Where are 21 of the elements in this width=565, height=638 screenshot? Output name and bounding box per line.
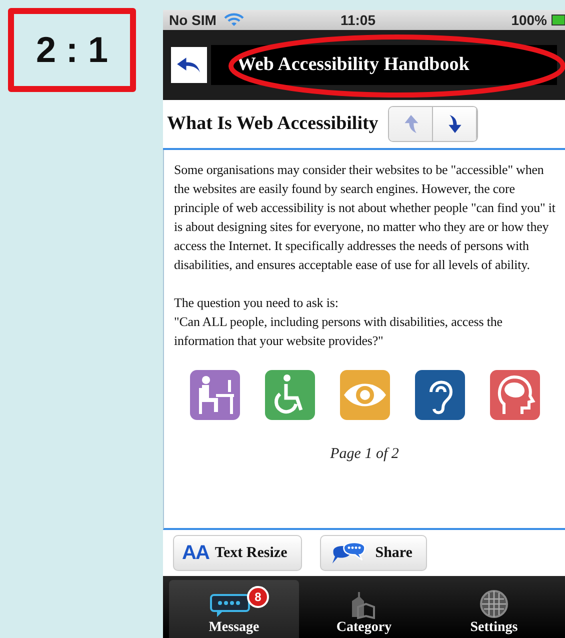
body-paragraph: Some organisations may consider their websites to be "accessible" when the websites are easily found by search engines. However, the core principle of web accessibility is not about whether people "can find you" it is about designing sites for everyone, no matter who they are or how they access the Internet. It specifically addresses the needs of persons with disabilities, and ensures acceptable ease of use for all levels of ability. — [174, 161, 556, 274]
ratio-label: 2 : 1 — [8, 8, 136, 92]
clock-time: 11:05 — [340, 12, 376, 28]
category-tab[interactable]: Category — [299, 580, 429, 638]
page-title: What Is Web Accessibility — [167, 113, 378, 135]
carrier-label: No SIM — [169, 12, 216, 28]
app-title: Web Accessibility Handbook — [211, 45, 557, 85]
share-button[interactable]: Share — [320, 535, 428, 571]
globe-icon — [479, 589, 509, 619]
text-resize-button[interactable]: AA Text Resize — [173, 535, 302, 571]
battery-percent: 100% — [511, 12, 547, 28]
wifi-icon — [224, 13, 244, 27]
next-button[interactable] — [433, 107, 478, 141]
message-tab[interactable]: 8 Message — [169, 580, 299, 638]
settings-tab[interactable]: Settings — [429, 580, 559, 638]
back-button[interactable] — [171, 47, 207, 83]
question-intro: The question you need to ask is: — [174, 294, 340, 312]
battery-icon — [551, 14, 565, 26]
page-indicator: Page 1 of 2 — [329, 446, 400, 463]
question-text: "Can ALL people, including persons with disabilities, access the information that your website provides?" — [174, 313, 504, 350]
unread-badge: 8 — [247, 586, 269, 608]
